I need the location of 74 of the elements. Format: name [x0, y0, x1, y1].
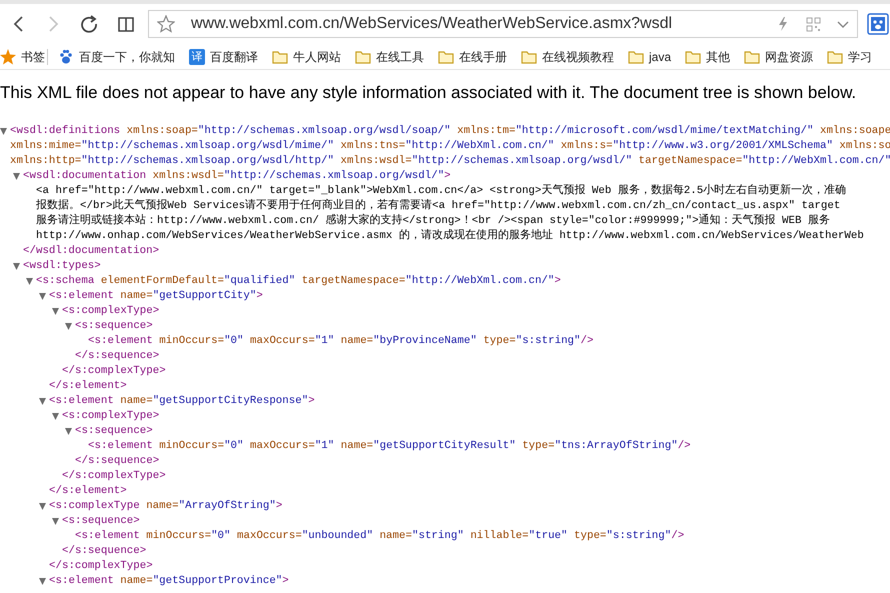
paw-extension-icon[interactable]	[867, 13, 889, 35]
xml-text-line: http://www.onhap.com/WebServices/WeatherWebService.asmx 的，请改成现在使用的服务地址 http://www.webxml.com.cn/WebServices/WeatherWeb	[36, 228, 864, 244]
bookmark-item[interactable]: 在线工具	[355, 48, 424, 66]
expand-toggle-icon[interactable]	[13, 172, 20, 180]
xml-line: <s:element name="getSupportProvince">	[49, 574, 289, 588]
address-bar[interactable]: www.webxml.com.cn/WebServices/WeatherWebService.asmx?wsdl	[148, 10, 858, 38]
xml-line: <s:element minOccurs="0" maxOccurs="1" name="byProvinceName" type="s:string"/>	[88, 334, 594, 348]
xml-line: <s:complexType name="ArrayOfString">	[49, 498, 282, 514]
xml-line: <s:complexType>	[62, 408, 160, 424]
expand-toggle-icon[interactable]	[39, 578, 46, 584]
bookmark-item[interactable]: 网盘资源	[744, 48, 814, 66]
xml-line: xmlns:http="http://schemas.xmlsoap.org/wsdl/http/" xmlns:wsdl="http://schemas.xmlsoap.org/wsdl/" targetNamespace="http://WebXml.com.cn/"	[10, 154, 890, 168]
bookmark-item[interactable]: 在线视频教程	[521, 48, 614, 66]
expand-toggle-icon[interactable]	[52, 412, 59, 420]
xml-line: <s:element minOccurs="0" maxOccurs="unbounded" name="string" nillable="true" type="s:string"/>	[75, 528, 684, 544]
folder-icon	[628, 48, 644, 64]
paw-icon	[58, 48, 74, 64]
book-icon[interactable]	[118, 15, 134, 33]
xml-line: </wsdl:documentation>	[23, 244, 160, 258]
xml-line: </s:complexType>	[49, 558, 153, 574]
expand-toggle-icon[interactable]	[65, 322, 72, 330]
folder-icon	[744, 48, 760, 64]
expand-toggle-icon[interactable]	[39, 502, 46, 510]
expand-toggle-icon[interactable]	[13, 262, 20, 270]
xml-text-line: 报数据。</br>此天气预报Web Services请不要用于任何商业目的，若有需要请<a href="http://www.webxml.com.cn/zh_cn/contact_us.aspx" target	[36, 198, 840, 214]
xml-line: </s:element>	[49, 378, 127, 394]
xml-line: <s:element name="getSupportCity">	[49, 288, 263, 304]
xml-line: </s:sequence>	[62, 544, 146, 558]
back-icon[interactable]	[11, 14, 25, 34]
xml-line: </s:complexType>	[62, 468, 166, 484]
bookmark-item[interactable]: java	[628, 48, 672, 66]
expand-toggle-icon[interactable]	[0, 128, 7, 134]
dropdown-caret-icon[interactable]	[837, 20, 849, 28]
translate-badge-icon: 译	[189, 48, 205, 64]
bookmark-item[interactable]: 百度一下，你就知	[58, 48, 175, 66]
folder-icon	[521, 48, 537, 64]
expand-toggle-icon[interactable]	[39, 398, 46, 404]
xml-line: <s:schema elementFormDefault="qualified" targetNamespace="http://WebXml.com.cn/">	[36, 274, 561, 288]
expand-toggle-icon[interactable]	[26, 278, 33, 284]
expand-toggle-icon[interactable]	[39, 292, 46, 300]
url-text: www.webxml.com.cn/WebServices/WeatherWebService.asmx?wsdl	[191, 14, 674, 34]
xml-line: <s:sequence>	[75, 424, 153, 438]
xml-line: </s:sequence>	[75, 454, 160, 468]
expand-toggle-icon[interactable]	[52, 308, 59, 314]
folder-icon	[272, 48, 288, 64]
xml-line: <s:sequence>	[75, 318, 153, 334]
bookmark-item[interactable]: 在线手册	[438, 48, 507, 66]
bookmark-item[interactable]: 书签	[0, 48, 45, 66]
bookmark-item[interactable]: 其他	[685, 48, 730, 66]
bookmark-item[interactable]: 译 百度翻译	[189, 48, 258, 66]
xml-line: <s:complexType>	[62, 304, 160, 318]
bookmark-star-icon[interactable]	[157, 15, 175, 33]
xml-line: <wsdl:documentation xmlns:wsdl="http://schemas.xmlsoap.org/wsdl/">	[23, 168, 451, 184]
xml-text-line: 服务请注明或链接本站：http://www.webxml.com.cn/ 感谢大家的支持</strong>！<br /><span style="color:#999999;">通知：天气预报 WEB 服务	[36, 214, 830, 228]
expand-toggle-icon[interactable]	[52, 518, 59, 524]
xml-line: <s:sequence>	[62, 514, 140, 528]
xml-line: </s:complexType>	[62, 364, 166, 378]
xml-line: <s:element minOccurs="0" maxOccurs="1" name="getSupportCityResult" type="tns:ArrayOfString"/>	[88, 438, 691, 454]
xml-line: <s:element name="getSupportCityResponse">	[49, 394, 315, 408]
xml-line: <wsdl:types>	[23, 258, 101, 274]
bookmark-item[interactable]: 牛人网站	[272, 48, 341, 66]
xml-notice: This XML file does not appear to have any style information associated with it. The document tree is shown below.	[0, 82, 858, 104]
xml-line: </s:sequence>	[75, 348, 160, 364]
star-icon	[0, 48, 16, 64]
reload-icon[interactable]	[81, 15, 99, 33]
bookmark-item[interactable]: 学习	[827, 48, 872, 66]
xml-text-line: <a href="http://www.webxml.com.cn/" target="_blank">WebXml.com.cn</a> <strong>天气预报 Web 服务，数据每2.5小时左右自动更新一次，准确	[36, 184, 846, 198]
folder-icon	[438, 48, 454, 64]
xml-line: </s:element>	[49, 484, 127, 498]
lightning-icon[interactable]	[776, 16, 790, 32]
expand-toggle-icon[interactable]	[65, 428, 72, 434]
folder-icon	[685, 48, 702, 64]
folder-icon	[355, 48, 371, 64]
folder-icon	[827, 48, 844, 64]
